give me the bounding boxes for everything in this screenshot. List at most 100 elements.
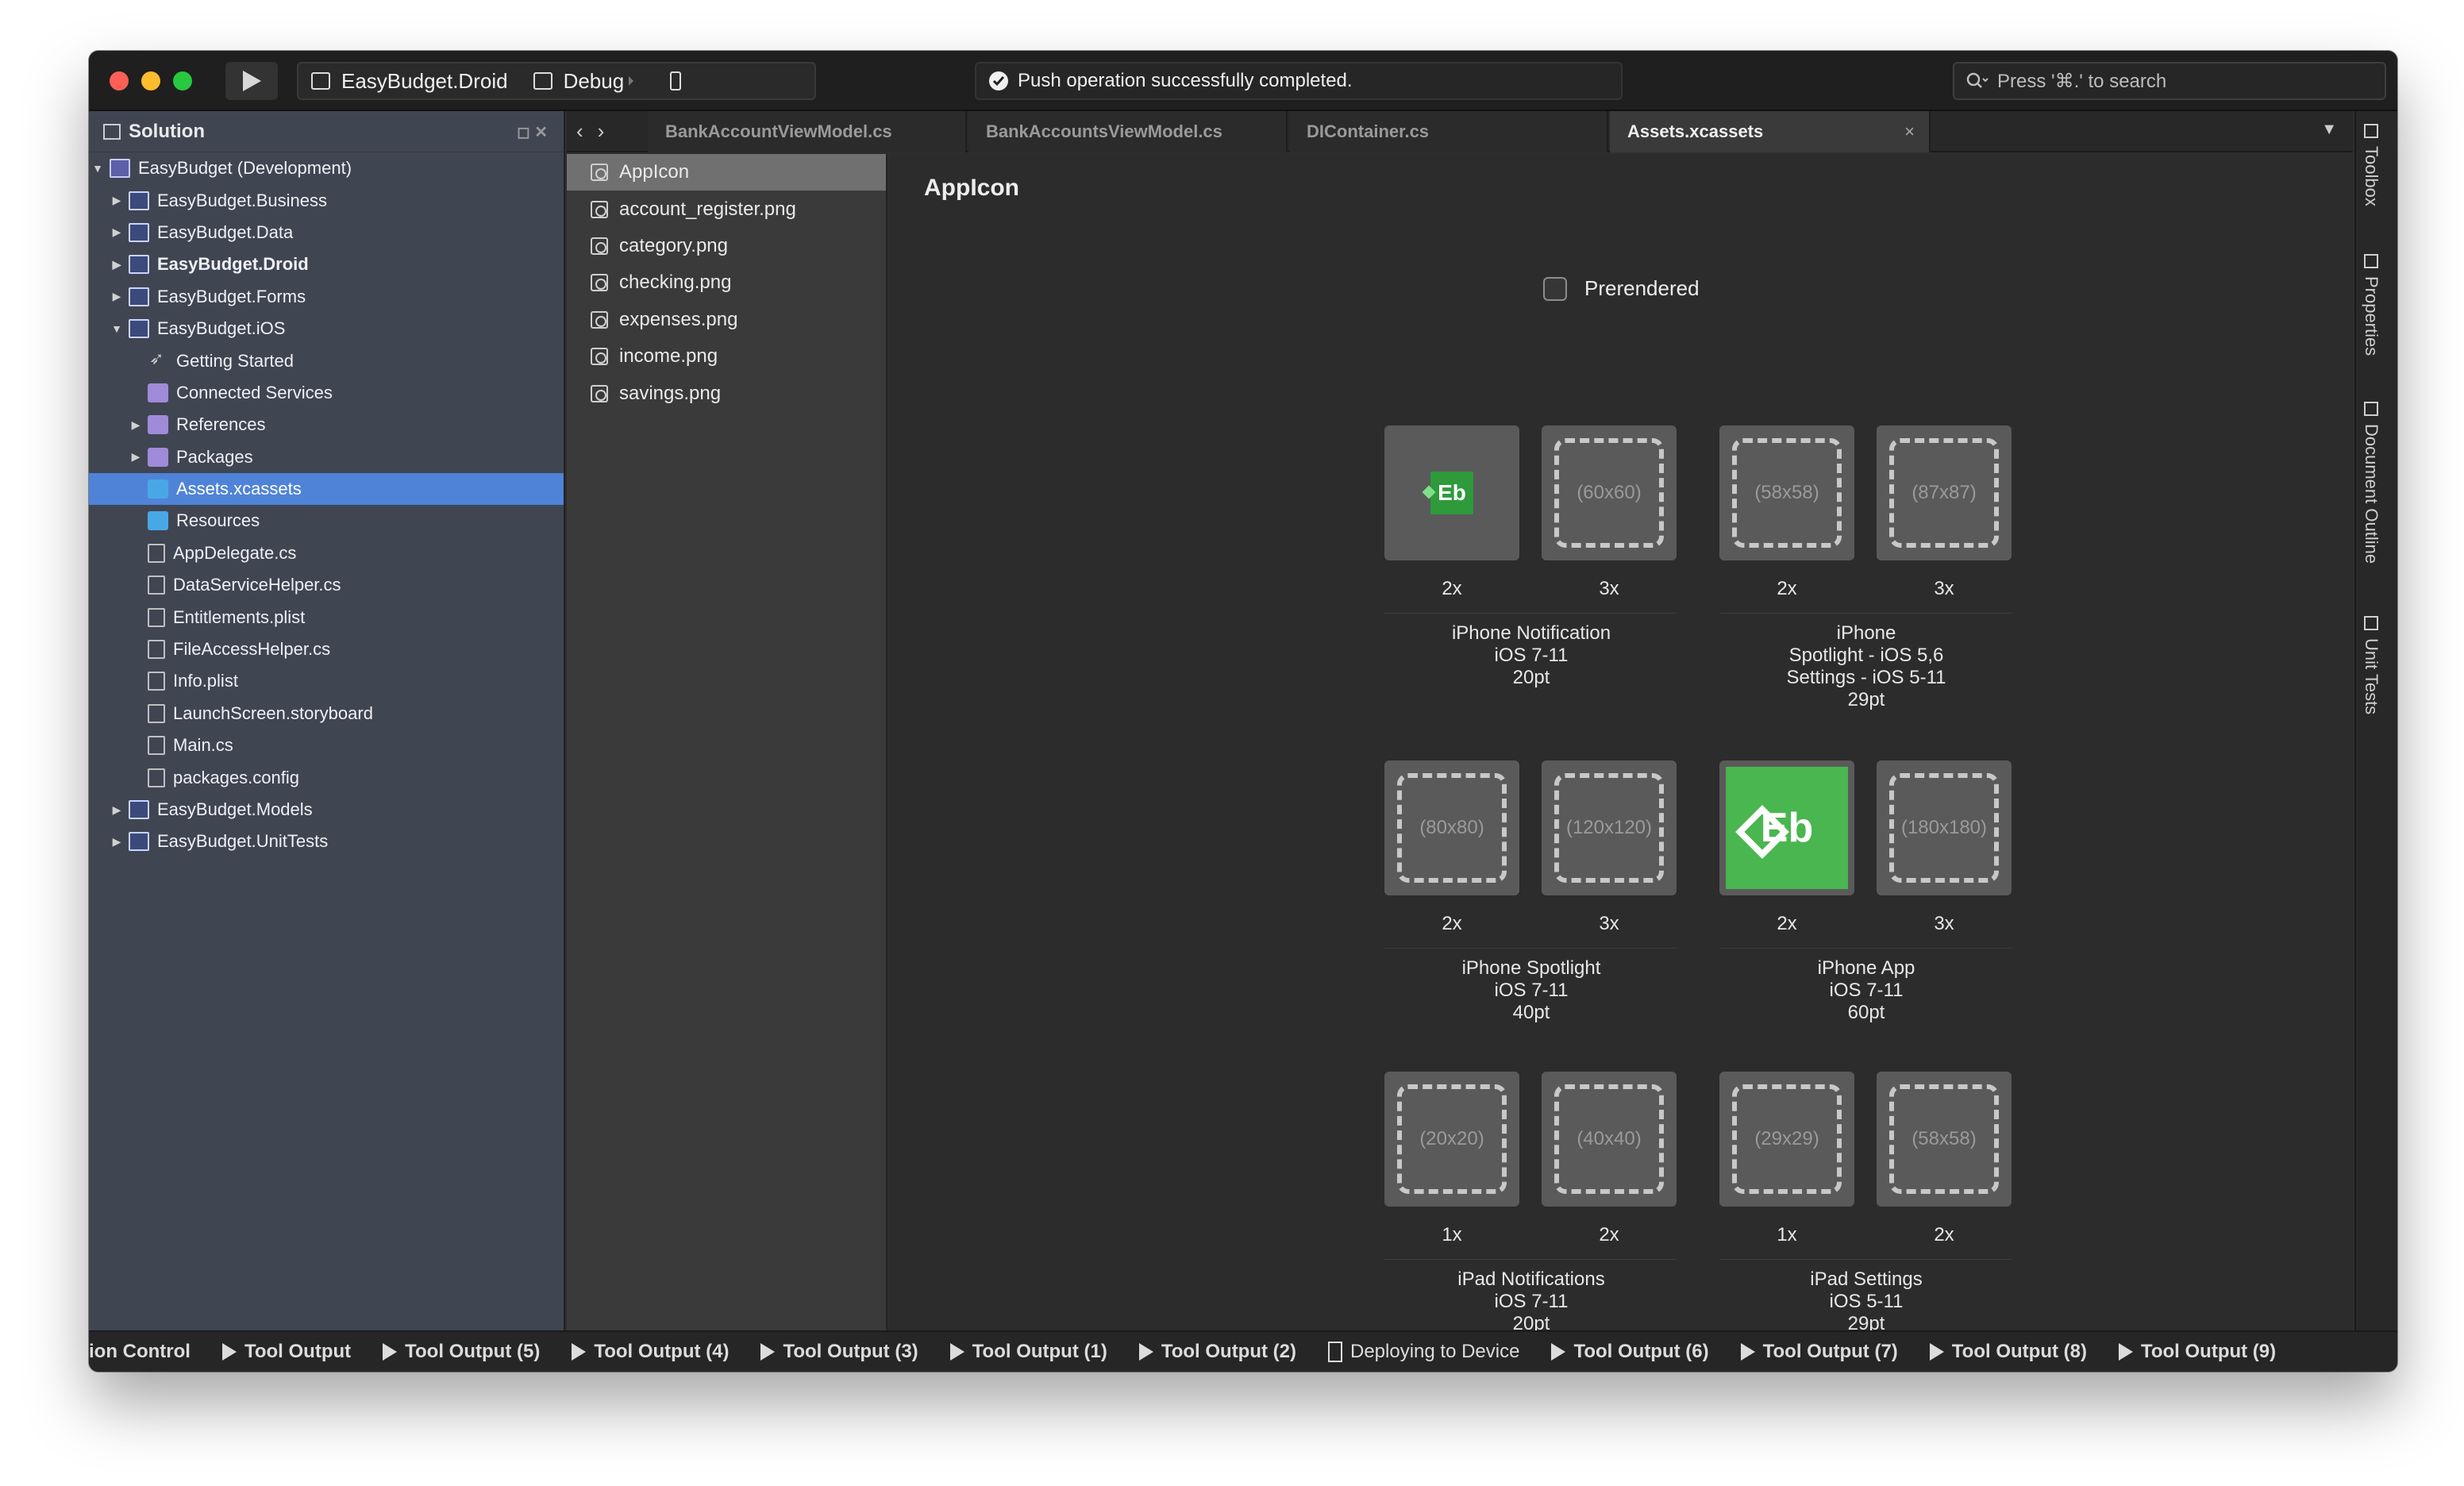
tab-bankaccountviewmodel-cs[interactable]: BankAccountViewModel.cs bbox=[648, 111, 967, 152]
tab-overflow-chevron-icon[interactable]: ▼ bbox=[2321, 121, 2337, 139]
tree-item-fileaccesshelper-cs[interactable]: FileAccessHelper.cs bbox=[89, 633, 564, 665]
disclosure-open-icon[interactable]: ▼ bbox=[90, 162, 105, 175]
tree-item-connected-services[interactable]: Connected Services bbox=[89, 377, 564, 409]
bottom-pad-tool-output-8[interactable]: Tool Output (8) bbox=[1929, 1341, 2087, 1363]
play-icon bbox=[1740, 1343, 1755, 1361]
dock-document-outline[interactable]: Document Outline bbox=[2361, 402, 2381, 564]
group-divider bbox=[1719, 613, 2012, 614]
dock-properties[interactable]: Properties bbox=[2361, 254, 2381, 356]
disclosure-closed-icon[interactable]: ▶ bbox=[110, 258, 124, 271]
disclosure-closed-icon[interactable]: ▶ bbox=[110, 225, 124, 239]
zoom-window-button[interactable] bbox=[173, 71, 192, 90]
run-button[interactable] bbox=[225, 62, 278, 100]
icon-slot-ipad-settings-1x[interactable]: (29x29) bbox=[1719, 1072, 1854, 1207]
bottom-pad-deploying-to-device[interactable]: Deploying to Device bbox=[1328, 1341, 1519, 1363]
disclosure-closed-icon[interactable]: ▶ bbox=[129, 450, 143, 464]
tab-bankaccountsviewmodel-cs[interactable]: BankAccountsViewModel.cs bbox=[968, 111, 1288, 152]
bottom-pad-tool-output-6[interactable]: Tool Output (6) bbox=[1551, 1341, 1709, 1363]
tree-item-easybudget-business[interactable]: ▶ EasyBudget.Business bbox=[89, 184, 564, 216]
tree-item-references[interactable]: ▶ References bbox=[89, 409, 564, 441]
bottom-pad-ion-control[interactable]: ion Control bbox=[89, 1341, 191, 1363]
tree-item-resources[interactable]: Resources bbox=[89, 505, 564, 537]
tree-item-info-plist[interactable]: Info.plist bbox=[89, 665, 564, 697]
disclosure-closed-icon[interactable]: ▶ bbox=[110, 194, 124, 207]
tree-item-easybudget-models[interactable]: ▶ EasyBudget.Models bbox=[89, 794, 564, 826]
configuration-dropdown[interactable]: Debug bbox=[521, 64, 652, 98]
bottom-pad-label: Tool Output bbox=[244, 1341, 352, 1362]
tree-item-easybudget-data[interactable]: ▶ EasyBudget.Data bbox=[89, 217, 564, 248]
icon-slot-ipad-settings-2x[interactable]: (58x58) bbox=[1877, 1072, 2012, 1207]
tree-item-main-cs[interactable]: Main.cs bbox=[89, 730, 564, 761]
minimize-window-button[interactable] bbox=[141, 71, 160, 90]
config-file-icon bbox=[148, 768, 165, 787]
tree-item-easybudget-unittests[interactable]: ▶ EasyBudget.UnitTests bbox=[89, 826, 564, 857]
dock-toolbox[interactable]: Toolbox bbox=[2361, 124, 2381, 206]
bottom-pad-tool-output-1[interactable]: Tool Output (1) bbox=[949, 1341, 1107, 1363]
icon-slot-iphone-app-3x[interactable]: (180x180) bbox=[1877, 760, 2012, 895]
prerendered-label: Prerendered bbox=[1584, 276, 1700, 300]
bottom-pad-tool-output-4[interactable]: Tool Output (4) bbox=[572, 1341, 729, 1363]
disclosure-closed-icon[interactable]: ▶ bbox=[110, 835, 124, 849]
device-selector[interactable] bbox=[651, 64, 694, 98]
tree-item-easybudget-ios[interactable]: ▼ EasyBudget.iOS bbox=[89, 313, 564, 345]
disclosure-closed-icon[interactable]: ▶ bbox=[110, 290, 124, 303]
bottom-pad-tool-output-3[interactable]: Tool Output (3) bbox=[760, 1341, 918, 1363]
disclosure-closed-icon[interactable]: ▶ bbox=[129, 418, 143, 432]
icon-slot-iphone-app-2x[interactable]: Eb bbox=[1719, 760, 1854, 895]
tab-dicontainer-cs[interactable]: DIContainer.cs bbox=[1289, 111, 1608, 152]
icon-slot-iphone-notification-3x[interactable]: (60x60) bbox=[1542, 425, 1677, 560]
close-window-button[interactable] bbox=[110, 71, 129, 90]
icon-slot-ipad-notifications-2x[interactable]: (40x40) bbox=[1542, 1072, 1677, 1207]
bottom-pad-tool-output-7[interactable]: Tool Output (7) bbox=[1740, 1341, 1898, 1363]
image-asset-icon bbox=[591, 164, 608, 182]
search-input[interactable]: Press '⌘.' to search bbox=[1953, 62, 2386, 100]
tree-item-easybudget-development[interactable]: ▼ EasyBudget (Development) bbox=[89, 152, 564, 184]
pad-window-buttons[interactable]: ◻ ✕ bbox=[517, 122, 548, 142]
tree-item-getting-started[interactable]: Getting Started bbox=[89, 345, 564, 376]
icon-slot-iphone-3x[interactable]: (87x87) bbox=[1877, 425, 2012, 560]
bottom-pad-tool-output[interactable]: Tool Output bbox=[221, 1341, 352, 1363]
tree-item-appdelegate-cs[interactable]: AppDelegate.cs bbox=[89, 537, 564, 569]
asset-item-savings-png[interactable]: savings.png bbox=[567, 375, 886, 411]
tree-item-label: FileAccessHelper.cs bbox=[173, 639, 331, 660]
asset-item-appicon[interactable]: AppIcon bbox=[567, 154, 886, 191]
configuration-selector: EasyBudget.Droid Debug bbox=[297, 62, 816, 100]
prerendered-checkbox[interactable]: Prerendered bbox=[1543, 276, 1700, 301]
asset-item-account-register-png[interactable]: account_register.png bbox=[567, 191, 886, 227]
tab-assets-xcassets[interactable]: Assets.xcassets × bbox=[1610, 111, 1931, 152]
tree-item-packages[interactable]: ▶ Packages bbox=[89, 441, 564, 473]
asset-item-income-png[interactable]: income.png bbox=[567, 338, 886, 375]
tree-item-packages-config[interactable]: packages.config bbox=[89, 761, 564, 793]
slot-scale-label: 1x bbox=[1442, 1224, 1462, 1245]
tree-item-label: Assets.xcassets bbox=[176, 479, 302, 499]
project-selector[interactable]: EasyBudget.Droid bbox=[298, 64, 521, 98]
icon-slot-iphone-2x[interactable]: (58x58) bbox=[1719, 425, 1854, 560]
dock-unit-tests[interactable]: Unit Tests bbox=[2361, 616, 2381, 714]
properties-icon bbox=[2364, 254, 2378, 268]
asset-item-checking-png[interactable]: checking.png bbox=[567, 264, 886, 301]
disclosure-open-icon[interactable]: ▼ bbox=[110, 322, 124, 335]
tree-item-easybudget-forms[interactable]: ▶ EasyBudget.Forms bbox=[89, 281, 564, 313]
tree-item-launchscreen-storyboard[interactable]: LaunchScreen.storyboard bbox=[89, 698, 564, 730]
bottom-pad-tool-output-5[interactable]: Tool Output (5) bbox=[383, 1341, 540, 1363]
plist-file-icon bbox=[148, 607, 165, 627]
checkbox-icon bbox=[1543, 276, 1567, 301]
tree-item-assets-xcassets[interactable]: Assets.xcassets bbox=[89, 472, 564, 506]
navigation-arrows[interactable]: ‹› bbox=[576, 119, 618, 144]
tree-item-entitlements-plist[interactable]: Entitlements.plist bbox=[89, 601, 564, 633]
bottom-pad-tool-output-9[interactable]: Tool Output (9) bbox=[2118, 1341, 2276, 1363]
document-outline-icon bbox=[2364, 402, 2378, 416]
disclosure-closed-icon[interactable]: ▶ bbox=[110, 803, 124, 817]
asset-item-category-png[interactable]: category.png bbox=[567, 228, 886, 264]
close-tab-icon[interactable]: × bbox=[1904, 121, 1915, 142]
tree-item-dataservicehelper-cs[interactable]: DataServiceHelper.cs bbox=[89, 569, 564, 601]
group-divider bbox=[1719, 1259, 2012, 1260]
icon-slot-iphone-spotlight-2x[interactable]: (80x80) bbox=[1384, 760, 1519, 895]
tree-item-easybudget-droid[interactable]: ▶ EasyBudget.Droid bbox=[89, 248, 564, 280]
asset-item-expenses-png[interactable]: expenses.png bbox=[567, 302, 886, 338]
icon-slot-iphone-spotlight-3x[interactable]: (120x120) bbox=[1542, 760, 1677, 895]
icon-group-caption: iPad Notifications iOS 7-11 20pt bbox=[1457, 1268, 1605, 1334]
bottom-pad-tool-output-2[interactable]: Tool Output (2) bbox=[1138, 1341, 1296, 1363]
icon-slot-ipad-notifications-1x[interactable]: (20x20) bbox=[1384, 1072, 1519, 1207]
icon-slot-iphone-notification-2x[interactable]: Eb bbox=[1384, 425, 1519, 560]
